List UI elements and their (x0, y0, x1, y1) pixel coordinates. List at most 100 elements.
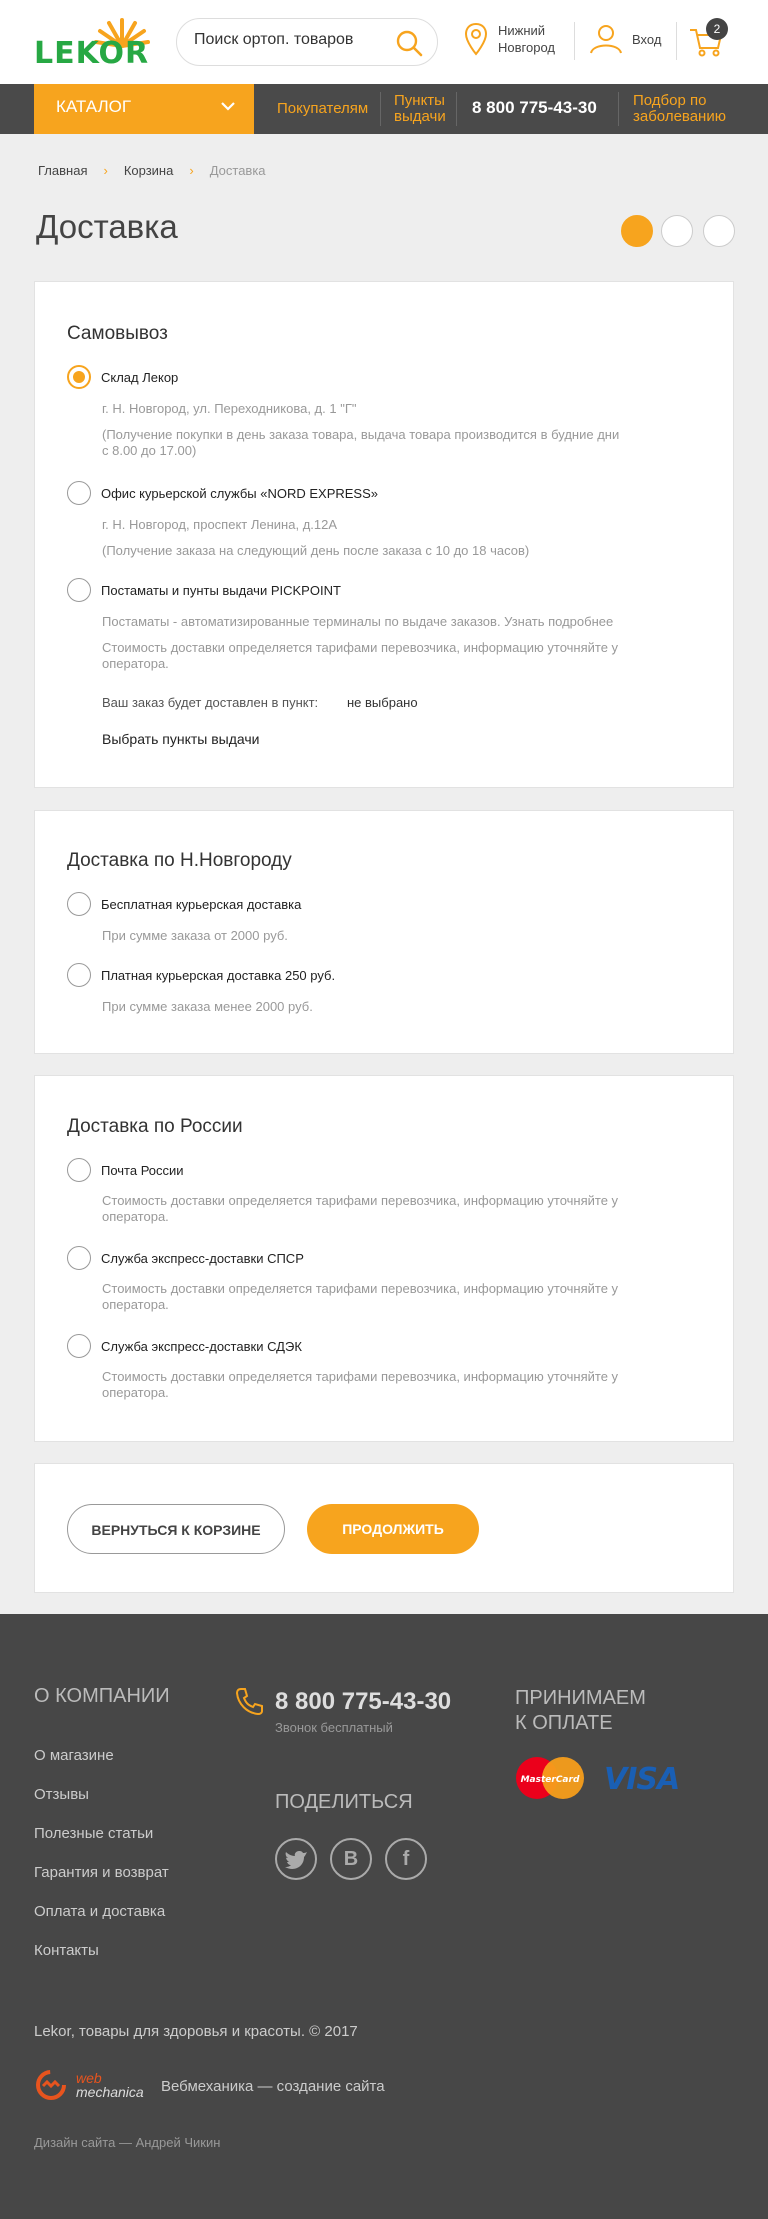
visa-logo: VISA (604, 1762, 680, 1797)
option-note: Стоимость доставки определяется тарифами… (102, 1193, 619, 1224)
radio-button[interactable] (67, 365, 91, 389)
login-label: Вход (632, 31, 662, 47)
option-russian-post[interactable]: Почта России (67, 1158, 184, 1182)
option-paid-courier[interactable]: Платная курьерская доставка 250 руб. (67, 963, 335, 987)
radio-button[interactable] (67, 481, 91, 505)
back-to-cart-button[interactable]: ВЕРНУТЬСЯ К КОРЗИНЕ (67, 1504, 285, 1554)
breadcrumb-cart[interactable]: Корзина (124, 163, 174, 178)
option-note: (Получение покупки в день заказа товара,… (102, 427, 620, 458)
divider (456, 92, 457, 126)
continue-button[interactable]: ПРОДОЛЖИТЬ (307, 1504, 479, 1554)
webmechanica-icon (36, 2070, 66, 2100)
choose-pickup-points-link[interactable]: Выбрать пункты выдачи (102, 731, 260, 747)
radio-button[interactable] (67, 578, 91, 602)
nav-item-buyers[interactable]: Покупателям (277, 101, 368, 117)
webmechanica-logo[interactable]: web mechanica (34, 2068, 144, 2102)
option-address: г. Н. Новгород, ул. Переходникова, д. 1 … (102, 401, 357, 416)
section-title: Самовывоз (67, 323, 168, 344)
breadcrumb-separator-icon: › (103, 163, 108, 178)
breadcrumb: Главная › Корзина › Доставка (38, 163, 266, 178)
payment-title: ПРИНИМАЕМ К ОПЛАТЕ (515, 1687, 646, 1734)
divider (574, 22, 575, 60)
option-cdek[interactable]: Служба экспресс-доставки СДЭК (67, 1334, 302, 1358)
breadcrumb-home[interactable]: Главная (38, 163, 87, 178)
search-box (176, 18, 438, 66)
option-note: Стоимость доставки определяется тарифами… (102, 1369, 619, 1400)
vk-icon[interactable]: В (330, 1838, 372, 1880)
facebook-icon[interactable]: f (385, 1838, 427, 1880)
option-note: Стоимость доставки определяется тарифами… (102, 640, 619, 671)
twitter-icon[interactable] (275, 1838, 317, 1880)
option-free-courier[interactable]: Бесплатная курьерская доставка (67, 892, 301, 916)
option-note: (Получение заказа на следующий день посл… (102, 543, 530, 558)
section-title: Доставка по Н.Новгороду (67, 850, 292, 871)
radio-button[interactable] (67, 963, 91, 987)
step-indicator-1 (621, 215, 653, 247)
catalog-button[interactable]: КАТАЛОГ (34, 84, 254, 134)
breadcrumb-current: Доставка (209, 163, 266, 178)
city-name: Нижний Новгород (498, 23, 555, 55)
site-header: LEKOR Нижний Новгород Вход 2 (0, 0, 768, 84)
header-phone[interactable]: 8 800 775-43-30 (472, 98, 597, 118)
search-input[interactable] (194, 31, 384, 49)
nav-item-pickup-points[interactable]: Пункты выдачи (394, 93, 446, 125)
option-note: Стоимость доставки определяется тарифами… (102, 1281, 619, 1312)
city-delivery-section: Доставка по Н.Новгороду Бесплатная курье… (34, 810, 734, 1054)
cart-button[interactable]: 2 (688, 18, 728, 62)
russia-delivery-section: Доставка по России Почта России Стоимост… (34, 1075, 734, 1442)
developer-text[interactable]: Вебмеханика — создание сайта (161, 2078, 385, 2095)
option-pickpoint[interactable]: Постаматы и пунты выдачи PICKPOINT (67, 578, 341, 602)
step-indicator-3 (703, 215, 735, 247)
company-title: О КОМПАНИИ (34, 1685, 170, 1707)
option-address: Постаматы - автоматизированные терминалы… (102, 614, 614, 629)
radio-button[interactable] (67, 892, 91, 916)
footer-link-warranty[interactable]: Гарантия и возврат (34, 1864, 169, 1881)
radio-button[interactable] (67, 1158, 91, 1182)
footer-link-reviews[interactable]: Отзывы (34, 1786, 89, 1803)
option-nord-express[interactable]: Офис курьерской службы «NORD EXPRESS» (67, 481, 378, 505)
footer-link-payment[interactable]: Оплата и доставка (34, 1903, 165, 1920)
footer-link-about[interactable]: О магазине (34, 1747, 114, 1764)
footer-link-contacts[interactable]: Контакты (34, 1942, 99, 1959)
divider (676, 22, 677, 60)
actions-section: ВЕРНУТЬСЯ К КОРЗИНЕ ПРОДОЛЖИТЬ (34, 1463, 734, 1593)
radio-button[interactable] (67, 1246, 91, 1270)
city-selector[interactable]: Нижний Новгород (464, 22, 555, 56)
site-footer: О КОМПАНИИ О магазине Отзывы Полезные ст… (0, 1614, 768, 2219)
option-note: При сумме заказа менее 2000 руб. (102, 999, 313, 1014)
option-spsr[interactable]: Служба экспресс-доставки СПСР (67, 1246, 304, 1270)
step-indicator-2 (661, 215, 693, 247)
nav-item-disease-selection[interactable]: Подбор по заболеванию (633, 93, 726, 125)
section-title: Доставка по России (67, 1116, 243, 1137)
lekor-logo[interactable]: LEKOR (34, 16, 154, 71)
svg-text:MasterCard: MasterCard (521, 1775, 580, 1785)
share-title: ПОДЕЛИТЬСЯ (275, 1791, 413, 1813)
footer-phone[interactable]: 8 800 775-43-30 (275, 1688, 451, 1716)
chevron-down-icon (221, 102, 235, 111)
page-title: Доставка (36, 208, 178, 245)
map-pin-icon (464, 22, 488, 56)
pickup-section: Самовывоз Склад Лекор г. Н. Новгород, ул… (34, 281, 734, 788)
copyright: Lekor, товары для здоровья и красоты. © … (34, 2023, 358, 2040)
pickup-point-label: Ваш заказ будет доставлен в пункт: (102, 695, 319, 710)
search-icon[interactable] (395, 29, 423, 57)
divider (618, 92, 619, 126)
cart-count-badge: 2 (706, 18, 728, 40)
footer-link-articles[interactable]: Полезные статьи (34, 1825, 153, 1842)
design-credit: Дизайн сайта — Андрей Чикин (34, 2135, 221, 2150)
option-address: г. Н. Новгород, проспект Ленина, д.12А (102, 517, 338, 532)
option-note: При сумме заказа от 2000 руб. (102, 928, 288, 943)
pickup-point-value: не выбрано (347, 695, 418, 710)
phone-icon (235, 1688, 263, 1716)
breadcrumb-separator-icon: › (189, 163, 194, 178)
logo-text: LEKOR (34, 36, 150, 71)
user-icon (590, 25, 622, 54)
main-nav: КАТАЛОГ Покупателям Пункты выдачи 8 800 … (0, 84, 768, 134)
mastercard-logo: MasterCard (516, 1757, 584, 1799)
option-lekor-warehouse[interactable]: Склад Лекор (67, 365, 178, 389)
phone-note: Звонок бесплатный (275, 1720, 393, 1735)
radio-button[interactable] (67, 1334, 91, 1358)
login-button[interactable]: Вход (588, 24, 661, 54)
divider (380, 92, 381, 126)
catalog-label: КАТАЛОГ (56, 97, 132, 116)
